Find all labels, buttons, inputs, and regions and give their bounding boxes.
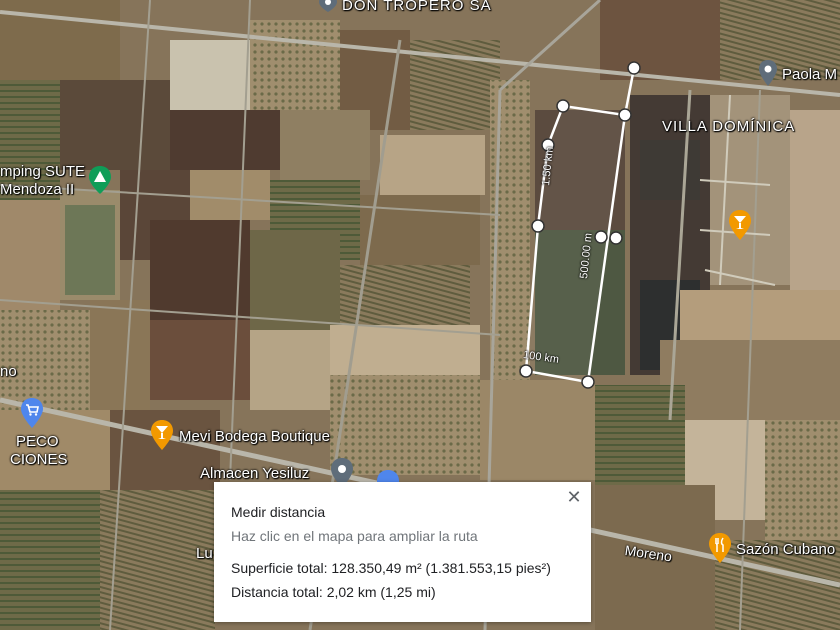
label-lu[interactable]: Lu (196, 545, 213, 562)
label-don-tropero[interactable]: DON TROPERO SA (342, 0, 492, 14)
close-icon[interactable]: ✕ (563, 486, 585, 508)
measure-vertex[interactable] (531, 219, 545, 233)
label-sazon-cubano[interactable]: Sazón Cubano (736, 541, 835, 558)
label-paola[interactable]: Paola M (782, 66, 837, 83)
camping-icon[interactable] (88, 166, 112, 194)
label-villa-dominica[interactable]: VILLA DOMÍNICA (662, 118, 795, 135)
satellite-map[interactable]: 1.50 km 500.00 m 100 km DON TROPERO SA P… (0, 0, 840, 630)
measure-vertex[interactable] (627, 61, 641, 75)
label-left-no[interactable]: no (0, 363, 17, 380)
location-pin-icon[interactable] (758, 60, 778, 86)
measure-extension-line (623, 67, 636, 116)
location-pin-icon[interactable] (318, 0, 338, 12)
label-mevi-bodega[interactable]: Mevi Bodega Boutique (179, 428, 330, 445)
cocktail-bar-icon[interactable] (728, 210, 752, 240)
measure-vertex[interactable] (581, 375, 595, 389)
label-camping-line2[interactable]: Mendoza II (0, 181, 74, 198)
total-distance: Distancia total: 2,02 km (1,25 mi) (231, 584, 436, 600)
panel-title: Medir distancia (231, 504, 326, 520)
label-almacen[interactable]: Almacen Yesiluz (200, 465, 309, 482)
measure-distance-panel: ✕ Medir distancia Haz clic en el mapa pa… (214, 482, 591, 622)
cocktail-bar-icon[interactable] (150, 420, 174, 450)
shopping-cart-icon[interactable] (20, 398, 44, 428)
restaurant-icon[interactable] (708, 533, 732, 563)
measure-vertex[interactable] (618, 108, 632, 122)
total-area: Superficie total: 128.350,49 m² (1.381.5… (231, 560, 551, 576)
label-camping-line1[interactable]: mping SUTE (0, 163, 85, 180)
measured-area-outline (524, 104, 627, 384)
measure-vertex[interactable] (519, 364, 533, 378)
measure-vertex[interactable] (556, 99, 570, 113)
label-peco-line2[interactable]: CIONES (10, 451, 68, 468)
measure-vertex[interactable] (594, 230, 608, 244)
label-peco-line1[interactable]: PECO (16, 433, 59, 450)
panel-subtitle: Haz clic en el mapa para ampliar la ruta (231, 528, 478, 544)
measure-vertex[interactable] (609, 231, 623, 245)
